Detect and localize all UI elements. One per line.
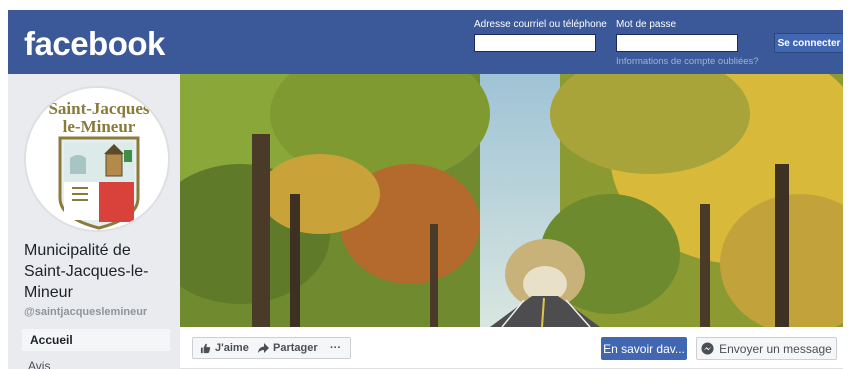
facebook-logo[interactable]: facebook	[24, 25, 165, 63]
municipality-crest-icon: Saint-Jacques le-Mineur	[26, 88, 168, 230]
window-frame-right	[843, 0, 851, 369]
share-button-label: Partager	[273, 342, 318, 354]
messenger-icon	[701, 342, 714, 355]
thumbs-up-icon	[200, 343, 211, 354]
cover-photo[interactable]	[180, 74, 846, 327]
share-button[interactable]: Partager	[250, 337, 326, 359]
forgot-account-link[interactable]: Informations de compte oubliées?	[616, 56, 759, 67]
cover-photo-image	[180, 74, 846, 327]
page-sidebar: Saint-Jacques le-Mineur Municipalité de …	[8, 74, 180, 369]
page-title[interactable]: Municipalité de Saint-Jacques-le-Mineur	[24, 240, 174, 303]
email-label: Adresse courriel ou téléphone	[474, 19, 607, 30]
crest-text-line2: le-Mineur	[63, 117, 136, 136]
send-message-button[interactable]: Envoyer un message	[696, 337, 837, 360]
share-arrow-icon	[257, 342, 269, 354]
profile-avatar[interactable]: Saint-Jacques le-Mineur	[24, 86, 170, 232]
crest-text-line1: Saint-Jacques	[48, 99, 149, 118]
send-message-label: Envoyer un message	[719, 341, 832, 356]
window-frame-left	[0, 0, 8, 369]
page-action-bar: J'aime Partager ··· En savoir dav... Env…	[180, 327, 846, 369]
login-button[interactable]: Se connecter	[774, 33, 844, 53]
window-frame-top	[0, 0, 851, 10]
learn-more-button[interactable]: En savoir dav...	[601, 337, 687, 360]
password-label: Mot de passe	[616, 19, 677, 30]
email-input[interactable]	[474, 34, 596, 52]
like-button-label: J'aime	[215, 342, 249, 354]
sidebar-item-avis[interactable]: Avis	[22, 355, 170, 369]
top-bar: facebook Adresse courriel ou téléphone M…	[8, 10, 844, 74]
more-options-button[interactable]: ···	[321, 337, 351, 359]
password-input[interactable]	[616, 34, 738, 52]
sidebar-item-accueil[interactable]: Accueil	[22, 329, 170, 351]
more-dots-icon: ···	[330, 342, 341, 354]
page-handle: @saintjacqueslemineur	[24, 306, 148, 318]
like-button[interactable]: J'aime	[192, 337, 257, 359]
